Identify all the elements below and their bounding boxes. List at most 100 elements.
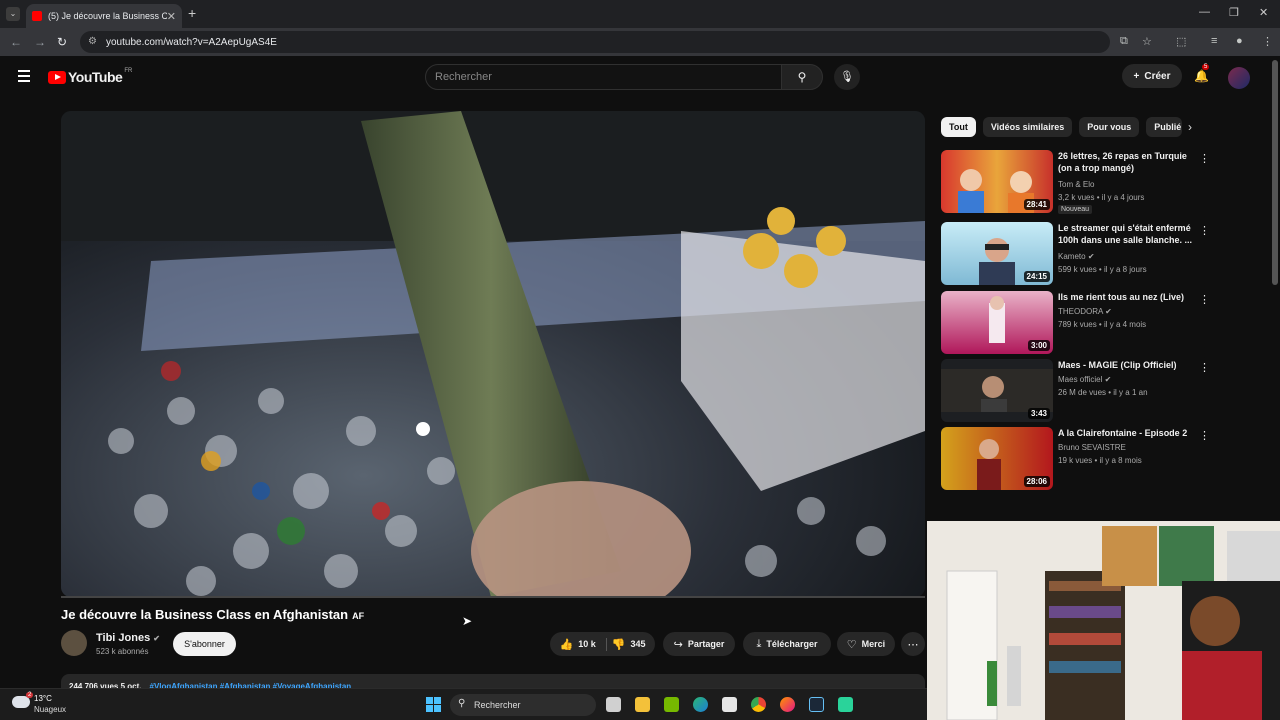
afghanistan-flag-icon: AF	[352, 611, 365, 621]
video-thumbnail[interactable]: 28:06	[941, 427, 1053, 490]
browser-tab[interactable]: (5) Je découvre la Business C ✕	[26, 4, 182, 28]
file-explorer-icon[interactable]	[635, 697, 650, 712]
verified-icon: ✔	[153, 634, 160, 643]
tab-close-icon[interactable]: ✕	[167, 10, 176, 23]
rec-title: A la Clairefontaine - Episode 2	[1058, 428, 1188, 438]
address-bar[interactable]: ⚙ youtube.com/watch?v=A2AepUgAS4E	[80, 31, 1110, 53]
chip-for-you[interactable]: Pour vous	[1079, 117, 1140, 137]
share-icon: ↪	[673, 638, 683, 651]
channel-name-text: Tibi Jones	[96, 632, 151, 644]
rec-meta: 26 M de vues • il y a 1 an	[1058, 388, 1148, 397]
more-horizontal-icon: ⋯	[907, 638, 919, 651]
channel-name[interactable]: Tibi Jones ✔	[96, 632, 160, 644]
site-info-icon[interactable]: ⚙	[88, 36, 97, 47]
download-label: Télécharger	[766, 639, 818, 649]
rec-channel: Bruno SEVAISTRE	[1058, 443, 1126, 452]
video-thumbnail[interactable]: 28:41	[941, 150, 1053, 213]
notifications-button[interactable]: 🔔 5	[1194, 64, 1210, 83]
more-vertical-icon[interactable]: ⋮	[1199, 152, 1210, 165]
chip-published[interactable]: Publié	[1146, 117, 1183, 137]
youtube-header: YouTube FR Rechercher ⚲ 🎙 + Créer 🔔 5	[0, 56, 1270, 98]
back-icon[interactable]: ←	[10, 35, 22, 49]
chevron-right-icon[interactable]: ›	[1188, 120, 1192, 134]
heart-dollar-icon: ♡	[846, 638, 857, 651]
download-button[interactable]: ⤓ Télécharger	[743, 632, 831, 656]
like-button[interactable]: 👍 10 k	[559, 637, 607, 651]
microphone-icon: 🎙	[840, 71, 854, 83]
recommendation-item[interactable]: 24:15 Le streamer qui s'était enfermé 10…	[941, 222, 1211, 286]
more-vertical-icon[interactable]: ⋮	[1199, 429, 1210, 442]
rec-meta: 3,2 k vues • il y a 4 jours	[1058, 193, 1145, 202]
video-thumbnail[interactable]: 3:00	[941, 291, 1053, 354]
rec-title: Maes - MAGIE (Clip Officiel)	[1058, 360, 1177, 370]
app-icon[interactable]	[838, 697, 853, 712]
steam-icon[interactable]	[809, 697, 824, 712]
close-window-icon[interactable]: ✕	[1259, 6, 1268, 19]
rec-channel-text: Maes officiel	[1058, 375, 1103, 384]
download-icon: ⤓	[756, 637, 762, 650]
video-frame-image	[61, 111, 925, 597]
chip-similar[interactable]: Vidéos similaires	[982, 117, 1073, 137]
recommendation-item[interactable]: 28:41 26 lettres, 26 repas en Turquie (o…	[941, 150, 1211, 214]
dislike-button[interactable]: 👎 345	[612, 638, 646, 651]
search-button[interactable]: ⚲	[781, 64, 823, 90]
rec-channel: Tom & Elo	[1058, 180, 1095, 189]
thumbs-down-icon: 👎	[611, 638, 626, 651]
thanks-button[interactable]: ♡ Merci	[837, 632, 895, 656]
create-button[interactable]: + Créer	[1122, 64, 1182, 88]
forward-icon[interactable]: →	[34, 35, 46, 49]
browser-tab-strip: ⌄ (5) Je découvre la Business C ✕ + — ❐ …	[0, 0, 1280, 28]
windows-start-icon[interactable]	[426, 697, 441, 712]
chip-all[interactable]: Tout	[941, 117, 976, 137]
duration-badge: 3:43	[1027, 408, 1050, 419]
firefox-icon[interactable]	[780, 697, 795, 712]
more-actions-button[interactable]: ⋯	[901, 632, 925, 656]
voice-search-button[interactable]: 🎙	[834, 64, 860, 90]
reload-icon[interactable]: ↻	[57, 35, 67, 49]
youtube-logo[interactable]: YouTube FR	[48, 68, 132, 85]
bookmark-star-icon[interactable]: ☆	[1142, 35, 1152, 48]
profile-icon[interactable]: ●	[1236, 35, 1243, 47]
edge-icon[interactable]	[693, 697, 708, 712]
video-thumbnail[interactable]: 24:15	[941, 222, 1053, 285]
account-avatar[interactable]	[1228, 67, 1250, 89]
minimize-icon[interactable]: —	[1199, 6, 1210, 18]
task-view-icon[interactable]	[606, 697, 621, 712]
more-vertical-icon[interactable]: ⋮	[1199, 224, 1210, 237]
rec-meta: 599 k vues • il y a 8 jours	[1058, 265, 1147, 274]
temperature: 13°C	[34, 694, 52, 703]
more-vertical-icon[interactable]: ⋮	[1199, 361, 1210, 374]
nvidia-icon[interactable]	[664, 697, 679, 712]
extensions-icon[interactable]: ⬚	[1176, 35, 1186, 48]
channel-avatar[interactable]	[61, 630, 87, 656]
recommendation-item[interactable]: 3:00 Ils me rient tous au nez (Live) THE…	[941, 291, 1211, 355]
chrome-icon[interactable]	[751, 697, 766, 712]
store-icon[interactable]	[722, 697, 737, 712]
mouse-cursor-icon: ➤	[462, 614, 473, 628]
hamburger-menu-icon[interactable]	[18, 70, 30, 85]
thanks-label: Merci	[861, 639, 886, 649]
rec-title: Ils me rient tous au nez (Live)	[1058, 292, 1185, 302]
subscribe-button[interactable]: S'abonner	[173, 632, 236, 656]
thumbs-up-icon: 👍	[559, 638, 574, 651]
video-player[interactable]	[61, 111, 925, 597]
media-icon[interactable]: ≡	[1211, 35, 1217, 47]
video-thumbnail[interactable]: 3:43	[941, 359, 1053, 422]
webcam-image	[927, 521, 1280, 720]
new-badge: Nouveau	[1058, 205, 1093, 214]
new-tab-icon[interactable]: +	[188, 5, 196, 21]
more-vertical-icon[interactable]: ⋮	[1199, 293, 1210, 306]
share-button[interactable]: ↪ Partager	[663, 632, 735, 656]
search-input[interactable]: Rechercher	[425, 64, 782, 90]
rec-channel-text: THEODORA	[1058, 307, 1103, 316]
restore-icon[interactable]: ❐	[1229, 6, 1239, 19]
menu-kebab-icon[interactable]: ⋮	[1262, 35, 1273, 48]
tab-search-icon[interactable]: ⌄	[6, 7, 20, 21]
recommendation-item[interactable]: 3:43 Maes - MAGIE (Clip Officiel) Maes o…	[941, 359, 1211, 423]
video-progress-bar[interactable]	[61, 596, 925, 598]
recommendation-item[interactable]: 28:06 A la Clairefontaine - Episode 2 Br…	[941, 427, 1211, 491]
install-app-icon[interactable]: ⧉	[1120, 35, 1128, 48]
page-scrollbar[interactable]	[1272, 60, 1278, 285]
taskbar-search[interactable]: ⚲ Rechercher	[450, 694, 596, 716]
like-count: 10 k	[578, 639, 596, 649]
